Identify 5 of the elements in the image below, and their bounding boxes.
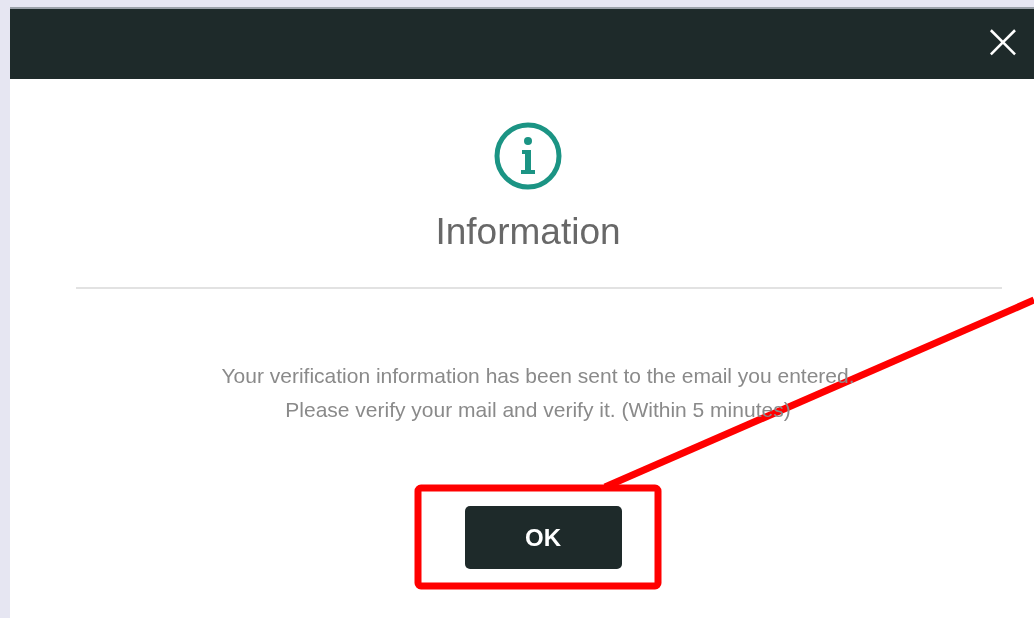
dialog-title: Information bbox=[435, 211, 621, 253]
close-button[interactable]: × bbox=[976, 21, 1030, 67]
message-text: Your verification information has been sent to the email you entered. bbox=[221, 363, 855, 389]
info-icon bbox=[493, 121, 563, 191]
ok-button[interactable]: OK bbox=[464, 506, 622, 569]
